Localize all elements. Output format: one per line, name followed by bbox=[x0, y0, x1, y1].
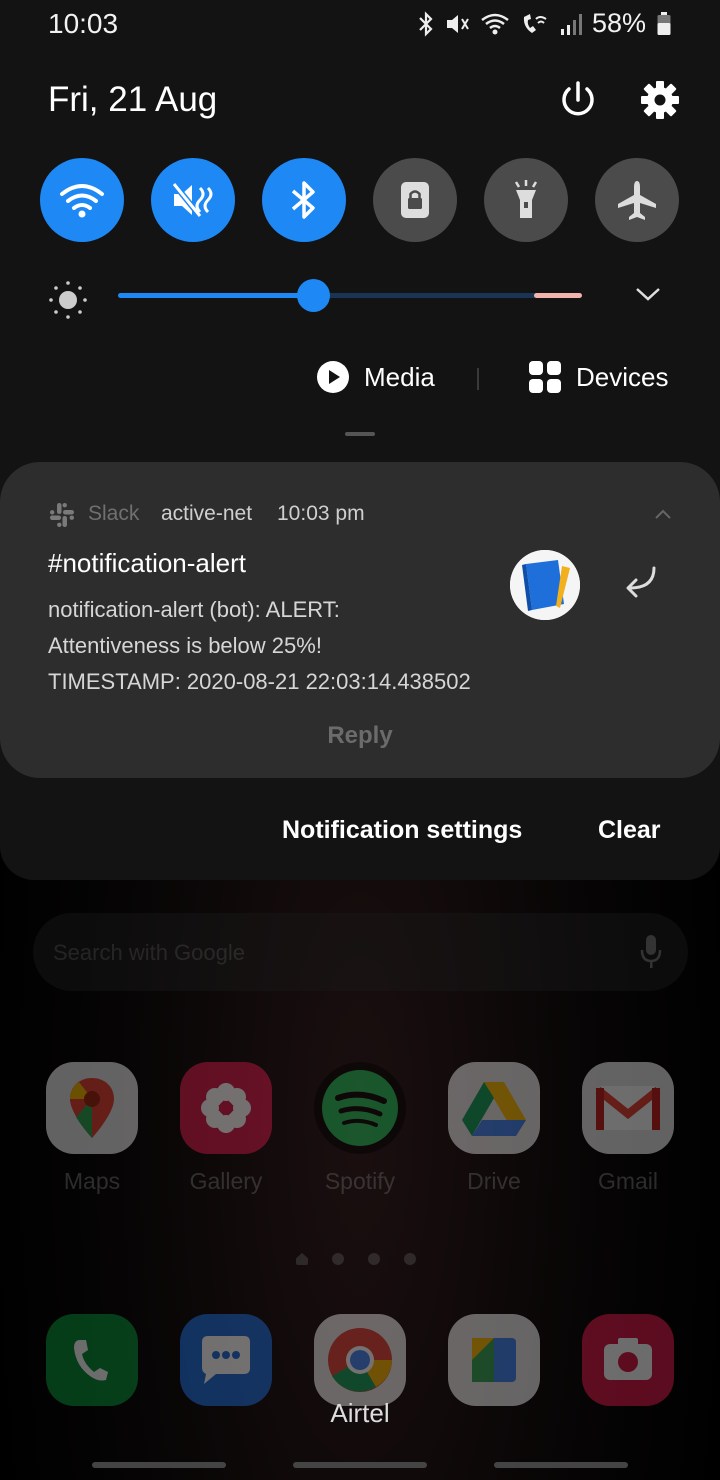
page-dot bbox=[404, 1253, 416, 1265]
status-bar: 10:03 58% bbox=[48, 8, 672, 42]
signal-icon bbox=[560, 13, 582, 35]
home-nav[interactable] bbox=[293, 1462, 427, 1468]
chevron-up-icon[interactable] bbox=[654, 508, 672, 520]
wifi-calling-icon bbox=[523, 13, 547, 33]
brightness-icon bbox=[49, 281, 87, 319]
brightness-warning-zone bbox=[534, 293, 582, 298]
notification-shade: 10:03 58% Fri, 21 Aug Media Devices Slac… bbox=[0, 0, 720, 880]
google-search-bar[interactable]: Search with Google bbox=[33, 913, 688, 991]
flashlight-icon bbox=[514, 180, 538, 218]
app-spotify[interactable]: Spotify bbox=[310, 1062, 410, 1195]
wifi-icon bbox=[60, 184, 104, 218]
notification-body-line: Attentiveness is below 25%! bbox=[48, 633, 322, 658]
notification-body-line: notification-alert (bot): ALERT: bbox=[48, 597, 340, 622]
notification-title: #notification-alert bbox=[48, 548, 246, 578]
bluetooth-icon bbox=[291, 181, 315, 219]
search-placeholder: Search with Google bbox=[53, 940, 245, 965]
app-label: Gmail bbox=[597, 1168, 659, 1194]
battery-percent: 58% bbox=[591, 8, 646, 38]
bot-avatar bbox=[510, 550, 580, 620]
portrait-lock-icon bbox=[401, 182, 429, 218]
drive-icon bbox=[448, 1062, 540, 1154]
dock-files[interactable] bbox=[444, 1314, 544, 1406]
app-label: Gallery bbox=[189, 1168, 263, 1194]
shade-date: Fri, 21 Aug bbox=[48, 80, 218, 119]
wifi-icon bbox=[481, 13, 509, 34]
app-maps[interactable]: Maps bbox=[42, 1062, 142, 1195]
battery-icon bbox=[657, 11, 671, 35]
app-gmail[interactable]: Gmail bbox=[578, 1062, 678, 1195]
maps-icon bbox=[46, 1062, 138, 1154]
camera-icon bbox=[582, 1314, 674, 1406]
qs-tile-bluetooth[interactable] bbox=[262, 158, 346, 242]
mic-icon[interactable] bbox=[640, 935, 662, 969]
dock-chrome[interactable] bbox=[310, 1314, 410, 1406]
mute-icon bbox=[171, 182, 213, 218]
qs-tile-flashlight[interactable] bbox=[484, 158, 568, 242]
notification-settings-button[interactable]: Notification settings bbox=[282, 816, 522, 845]
qs-tile-mute[interactable] bbox=[151, 158, 235, 242]
gear-icon[interactable] bbox=[638, 78, 682, 122]
page-dot bbox=[332, 1253, 344, 1265]
carrier-label: Airtel bbox=[330, 1398, 390, 1428]
media-label: Media bbox=[364, 361, 435, 392]
app-drive[interactable]: Drive bbox=[444, 1062, 544, 1195]
gmail-icon bbox=[582, 1062, 674, 1154]
power-icon[interactable] bbox=[556, 78, 600, 122]
chevron-down-icon[interactable] bbox=[634, 284, 662, 304]
spotify-icon bbox=[314, 1062, 406, 1154]
bluetooth-icon bbox=[419, 10, 433, 37]
home-page-dot bbox=[296, 1253, 308, 1265]
notification-app-name: Slack bbox=[88, 502, 140, 525]
recents-nav[interactable] bbox=[92, 1462, 226, 1468]
brightness-fill bbox=[118, 293, 313, 298]
brightness-thumb[interactable] bbox=[296, 279, 330, 312]
media-button[interactable]: Media bbox=[316, 360, 435, 394]
divider bbox=[477, 368, 479, 390]
app-label: Spotify bbox=[324, 1168, 396, 1194]
notification-workspace: active-net bbox=[161, 502, 253, 525]
slack-notification-card[interactable]: Slack active-net 10:03 pm #notification-… bbox=[0, 462, 720, 778]
devices-icon bbox=[529, 361, 561, 393]
files-icon bbox=[448, 1314, 540, 1406]
devices-button[interactable]: Devices bbox=[528, 360, 668, 394]
play-icon bbox=[317, 361, 349, 393]
brightness-slider[interactable] bbox=[118, 279, 582, 312]
dock-camera[interactable] bbox=[578, 1314, 678, 1406]
slack-icon bbox=[50, 503, 74, 527]
reply-icon[interactable] bbox=[616, 562, 662, 602]
clear-button[interactable]: Clear bbox=[598, 816, 661, 845]
page-dot bbox=[368, 1253, 380, 1265]
mute-icon bbox=[446, 14, 469, 33]
qs-tile-portrait-lock[interactable] bbox=[373, 158, 457, 242]
app-label: Drive bbox=[467, 1168, 521, 1194]
status-time: 10:03 bbox=[48, 8, 119, 39]
airplane-icon bbox=[618, 181, 656, 220]
notification-body: notification-alert (bot): ALERT: Attenti… bbox=[48, 592, 508, 700]
phone-icon bbox=[46, 1314, 138, 1406]
page-indicator bbox=[296, 1252, 440, 1266]
qs-tile-airplane-mode[interactable] bbox=[595, 158, 679, 242]
messages-icon bbox=[180, 1314, 272, 1406]
devices-label: Devices bbox=[576, 361, 669, 392]
back-nav[interactable] bbox=[494, 1462, 628, 1468]
shade-handle[interactable] bbox=[345, 432, 375, 436]
app-label: Maps bbox=[63, 1168, 121, 1194]
chrome-icon bbox=[314, 1314, 406, 1406]
app-gallery[interactable]: Gallery bbox=[176, 1062, 276, 1195]
dock-messages[interactable] bbox=[176, 1314, 276, 1406]
notification-body-line: TIMESTAMP: 2020-08-21 22:03:14.438502 bbox=[48, 669, 471, 694]
gallery-icon bbox=[180, 1062, 272, 1154]
reply-button[interactable]: Reply bbox=[0, 722, 720, 750]
dock-phone[interactable] bbox=[42, 1314, 142, 1406]
notification-time: 10:03 pm bbox=[277, 502, 365, 525]
qs-tile-wifi[interactable] bbox=[40, 158, 124, 242]
